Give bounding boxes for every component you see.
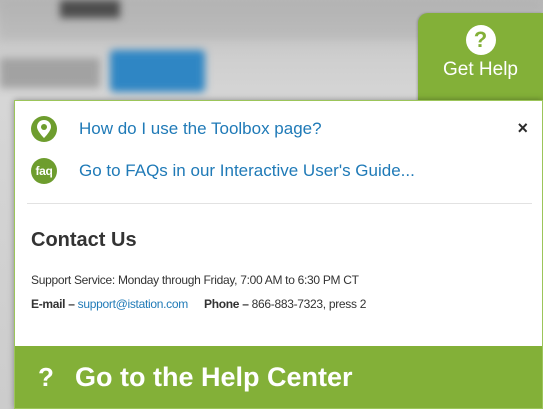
support-hours: Support Service: Monday through Friday, … — [31, 273, 359, 287]
email-link[interactable]: support@istation.com — [78, 297, 189, 311]
help-popup: How do I use the Toolbox page? × faq Go … — [14, 100, 543, 409]
faq-link-label: Go to FAQs in our Interactive User's Gui… — [79, 161, 415, 180]
contact-title: Contact Us — [31, 229, 137, 251]
faq-icon: faq — [31, 158, 57, 184]
background-shape — [60, 0, 120, 18]
get-help-label: Get Help — [443, 59, 518, 80]
map-pin-icon — [31, 116, 57, 142]
close-button[interactable]: × — [517, 119, 528, 137]
toolbox-help-link-label: How do I use the Toolbox page? — [79, 119, 322, 138]
background-shape — [0, 58, 100, 88]
faq-link[interactable]: faq Go to FAQs in our Interactive User's… — [31, 158, 415, 184]
get-help-tab[interactable]: ? Get Help — [418, 13, 543, 105]
phone-label: Phone – — [204, 297, 249, 311]
help-center-button[interactable]: ? Go to the Help Center — [15, 346, 542, 408]
contact-details: E-mail – support@istation.com Phone – 86… — [31, 297, 366, 311]
question-circle-icon: ? — [465, 25, 496, 55]
divider — [27, 203, 532, 204]
help-center-label: Go to the Help Center — [75, 361, 353, 392]
question-icon: ? — [38, 361, 54, 392]
toolbox-help-link[interactable]: How do I use the Toolbox page? — [31, 116, 322, 142]
phone-number: 866-883-7323, press 2 — [251, 297, 367, 311]
background-button — [110, 50, 205, 92]
email-label: E-mail – — [31, 297, 75, 311]
